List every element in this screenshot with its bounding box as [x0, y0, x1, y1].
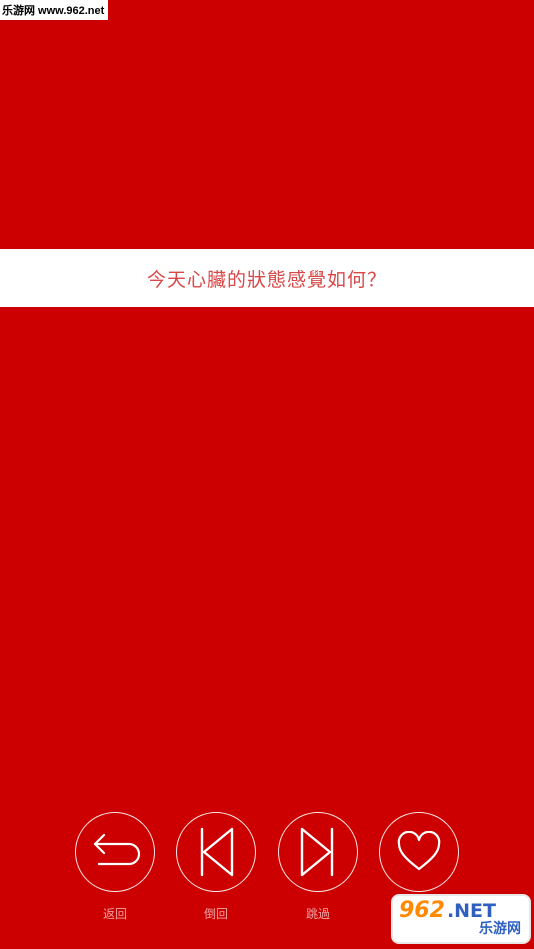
badge-number: 962 [399, 898, 445, 923]
question-band: 今天心臟的狀態感覺如何？ [0, 249, 534, 307]
back-button-circle[interactable] [75, 812, 155, 892]
rewind-label: 倒回 [203, 907, 228, 921]
question-text: 今天心臟的狀態感覺如何？ [146, 268, 387, 291]
favorite-button-circle[interactable] [379, 812, 459, 892]
back-label: 返回 [102, 907, 127, 921]
skip-button-circle[interactable] [278, 812, 358, 892]
heart-icon [397, 831, 441, 871]
badge-site-name: 乐游网 [479, 921, 521, 937]
watermark-top: 乐游网 www.962.net [0, 0, 109, 20]
app-screen: 乐游网 www.962.net 今天心臟的狀態感覺如何？ 返回 倒回 跳過 96… [0, 0, 534, 949]
skip-forward-icon [300, 827, 334, 877]
skip-back-icon [200, 827, 234, 877]
back-button[interactable]: 返回 [73, 812, 157, 932]
watermark-badge: 962 .NET 乐游网 [393, 896, 529, 942]
rewind-button-circle[interactable] [176, 812, 256, 892]
skip-button[interactable]: 跳過 [276, 812, 360, 932]
skip-label: 跳過 [305, 907, 330, 921]
undo-arrow-icon [93, 833, 141, 866]
rewind-button[interactable]: 倒回 [174, 812, 258, 932]
